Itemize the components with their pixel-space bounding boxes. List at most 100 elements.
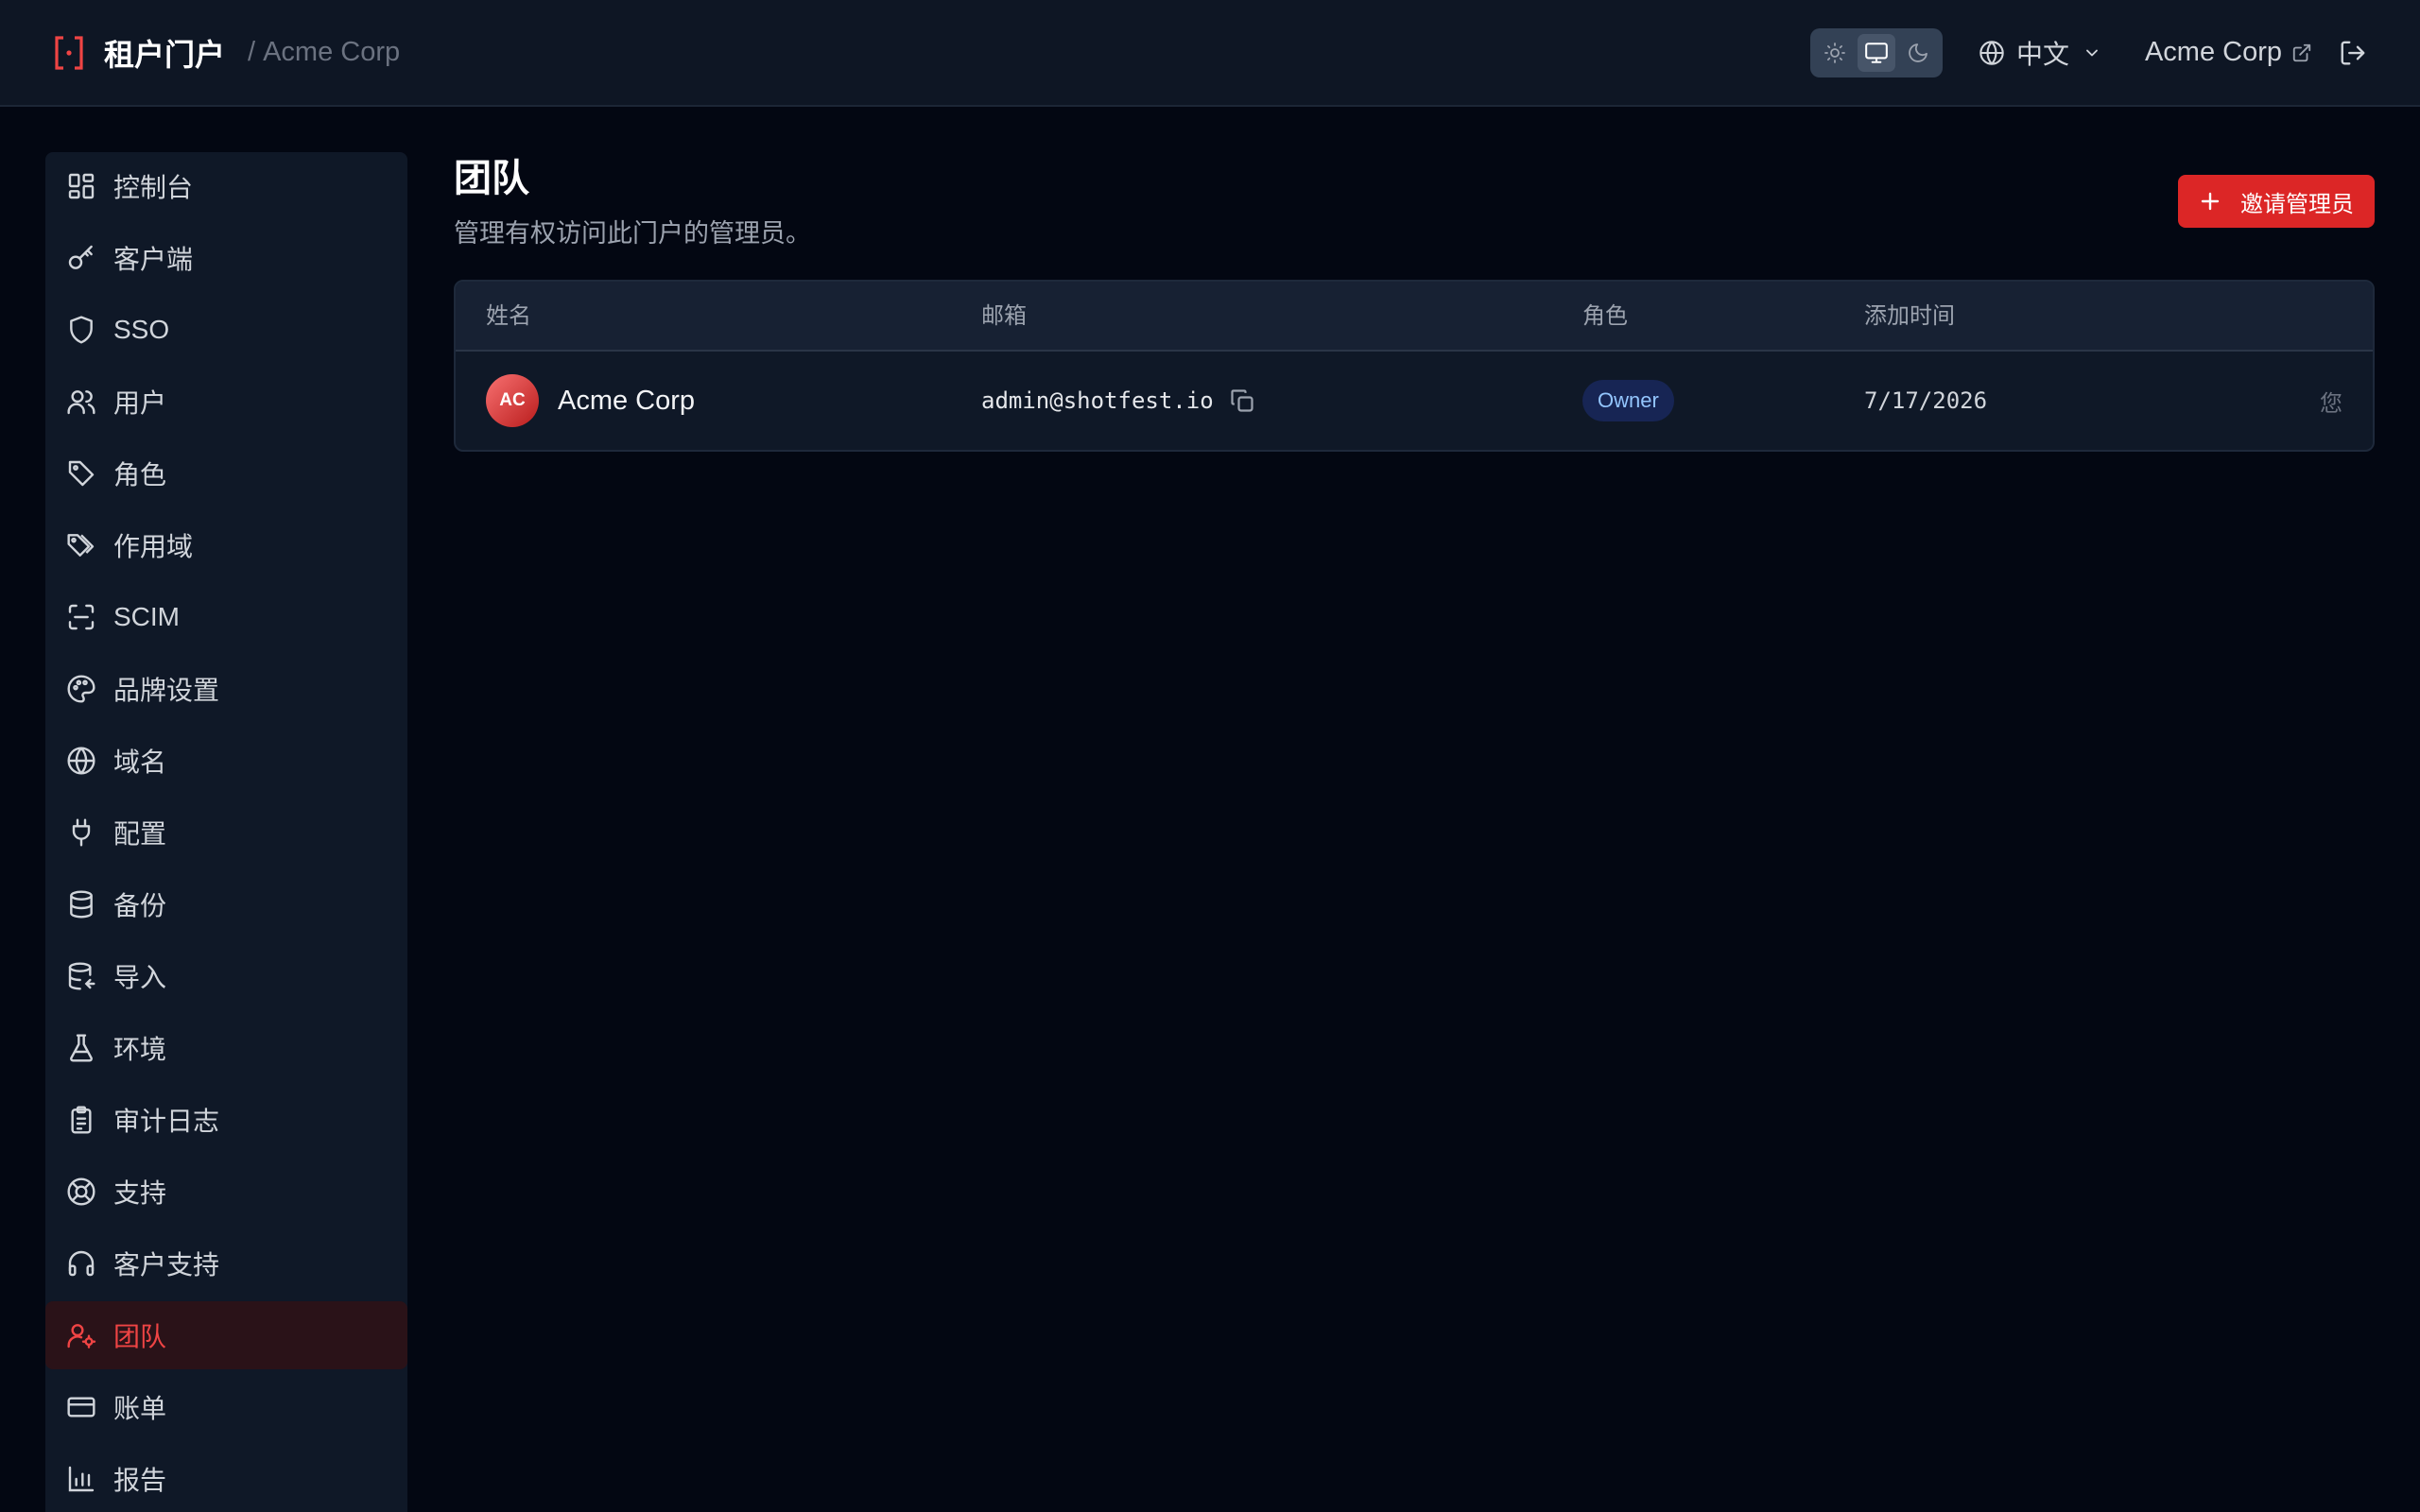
sidebar-item-label: 角色 — [113, 460, 167, 490]
app-title: 租户门户 — [104, 37, 226, 72]
sidebar-item-support[interactable]: 支持 — [45, 1158, 407, 1226]
page-title: 团队 — [454, 158, 529, 199]
column-header-role: 角色 — [1582, 303, 1628, 329]
sidebar-item-label: 环境 — [113, 1035, 167, 1064]
sidebar-item-reports[interactable]: 报告 — [45, 1445, 407, 1512]
sidebar-item-scopes[interactable]: 作用域 — [45, 511, 407, 579]
users-icon — [67, 390, 95, 415]
sidebar-item-team[interactable]: 团队 — [45, 1301, 407, 1369]
external-link-icon — [2292, 43, 2311, 61]
sidebar-item-label: 配置 — [113, 819, 167, 849]
breadcrumb-tenant: Acme Corp — [263, 37, 401, 67]
scan-icon — [68, 604, 95, 630]
breadcrumb-separator: / — [248, 37, 256, 67]
logout-icon — [2341, 41, 2365, 64]
column-header-email: 邮箱 — [981, 303, 1027, 329]
member-email: admin@shotfest.io — [981, 387, 1214, 414]
sidebar-item-billing[interactable]: 账单 — [45, 1373, 407, 1441]
sidebar-item-dashboard[interactable]: 控制台 — [45, 152, 407, 220]
sidebar-item-users[interactable]: 用户 — [45, 368, 407, 436]
table-header: 姓名 邮箱 角色 添加时间 — [456, 282, 2373, 352]
flask-icon — [70, 1034, 93, 1062]
logout-button[interactable] — [2339, 39, 2367, 67]
key-icon — [68, 245, 93, 269]
avatar: AC — [486, 374, 539, 427]
top-header: 租户门户 / Acme Corp 中文 Acme Corp — [0, 0, 2420, 107]
shield-icon — [70, 316, 93, 344]
sidebar-item-label: 团队 — [113, 1322, 167, 1351]
chevron-down-icon — [2086, 49, 2098, 56]
cell-name: AC Acme Corp — [486, 352, 695, 450]
sidebar-item-label: 支持 — [113, 1178, 167, 1208]
moon-icon — [1909, 43, 1927, 62]
bar-chart-icon — [68, 1466, 95, 1492]
palette-icon — [67, 675, 95, 703]
theme-dark-button[interactable] — [1899, 34, 1937, 72]
page-subtitle: 管理有权访问此门户的管理员。 — [454, 219, 811, 248]
sidebar-item-import[interactable]: 导入 — [45, 942, 407, 1010]
sidebar-item-label: 备份 — [113, 891, 167, 920]
tags-icon — [67, 534, 95, 557]
sidebar-item-config[interactable]: 配置 — [45, 799, 407, 867]
sidebar-item-label: 报告 — [113, 1466, 167, 1495]
sidebar-item-label: 用户 — [113, 388, 167, 418]
sidebar-item-scim[interactable]: SCIM — [45, 583, 407, 651]
sidebar-item-clients[interactable]: 客户端 — [45, 224, 407, 292]
tenant-link-label: Acme Corp — [2144, 37, 2282, 67]
language-selector[interactable]: 中文 — [1979, 34, 2101, 72]
sidebar-item-roles[interactable]: 角色 — [45, 439, 407, 507]
theme-system-button[interactable] — [1857, 33, 1895, 72]
clipboard-icon — [71, 1106, 92, 1134]
sidebar-item-label: 账单 — [113, 1394, 167, 1423]
sidebar-item-environments[interactable]: 环境 — [45, 1014, 407, 1082]
cell-role: Owner — [1582, 352, 1674, 450]
header-actions: 中文 Acme Corp — [1809, 27, 2367, 77]
sidebar-item-label: 导入 — [113, 963, 167, 992]
member-name: Acme Corp — [558, 385, 696, 416]
tenant-external-link[interactable]: Acme Corp — [2145, 37, 2312, 68]
sidebar-item-sso[interactable]: SSO — [45, 296, 407, 364]
added-date: 7/17/2026 — [1864, 387, 1988, 414]
cell-note: 您 — [2320, 352, 2342, 450]
theme-light-button[interactable] — [1816, 34, 1854, 72]
column-header-added: 添加时间 — [1864, 303, 1955, 329]
plus-icon — [2201, 192, 2220, 211]
monitor-icon — [1865, 42, 1888, 63]
sidebar-item-domains[interactable]: 域名 — [45, 727, 407, 795]
headphones-icon — [68, 1250, 95, 1277]
database-icon — [70, 890, 93, 919]
cell-added: 7/17/2026 — [1864, 352, 1987, 450]
tag-icon — [68, 460, 95, 487]
invite-admin-button[interactable]: 邀请管理员 — [2178, 175, 2375, 228]
sidebar-item-label: 客户支持 — [113, 1250, 220, 1280]
sidebar-item-label: 品牌设置 — [113, 676, 220, 705]
sidebar-item-branding[interactable]: 品牌设置 — [45, 655, 407, 723]
dashboard-icon — [68, 173, 95, 199]
sidebar-item-label: 域名 — [113, 747, 167, 777]
database-import-icon — [68, 962, 95, 990]
brand-logo-icon — [55, 35, 83, 70]
sidebar-item-label: 客户端 — [113, 245, 194, 274]
plug-icon — [72, 818, 91, 847]
sidebar-item-customer-support[interactable]: 客户支持 — [45, 1229, 407, 1297]
cell-email: admin@shotfest.io — [981, 352, 1255, 450]
user-cog-icon — [67, 1324, 96, 1349]
sidebar-item-backup[interactable]: 备份 — [45, 870, 407, 938]
language-label: 中文 — [2015, 39, 2069, 69]
globe-icon — [1979, 40, 2004, 65]
theme-toggle — [1809, 27, 1943, 77]
you-label: 您 — [2320, 390, 2342, 417]
sidebar-item-label: SCIM — [113, 602, 180, 631]
sidebar-item-label: 作用域 — [113, 532, 194, 561]
sidebar-item-audit-log[interactable]: 审计日志 — [45, 1086, 407, 1154]
invite-admin-label: 邀请管理员 — [2240, 191, 2354, 217]
team-table: 姓名 邮箱 角色 添加时间 AC Acme Corp admin@shotfes… — [454, 280, 2375, 452]
sidebar-item-label: 控制台 — [113, 173, 194, 202]
globe-icon — [67, 747, 95, 775]
sidebar-item-label: 审计日志 — [113, 1107, 220, 1136]
table-row[interactable]: AC Acme Corp admin@shotfest.io Owner 7/1… — [456, 352, 2373, 450]
sidebar-item-label: SSO — [113, 315, 170, 344]
column-header-name: 姓名 — [486, 303, 531, 329]
copy-icon[interactable] — [1229, 387, 1255, 414]
credit-card-icon — [67, 1397, 95, 1418]
